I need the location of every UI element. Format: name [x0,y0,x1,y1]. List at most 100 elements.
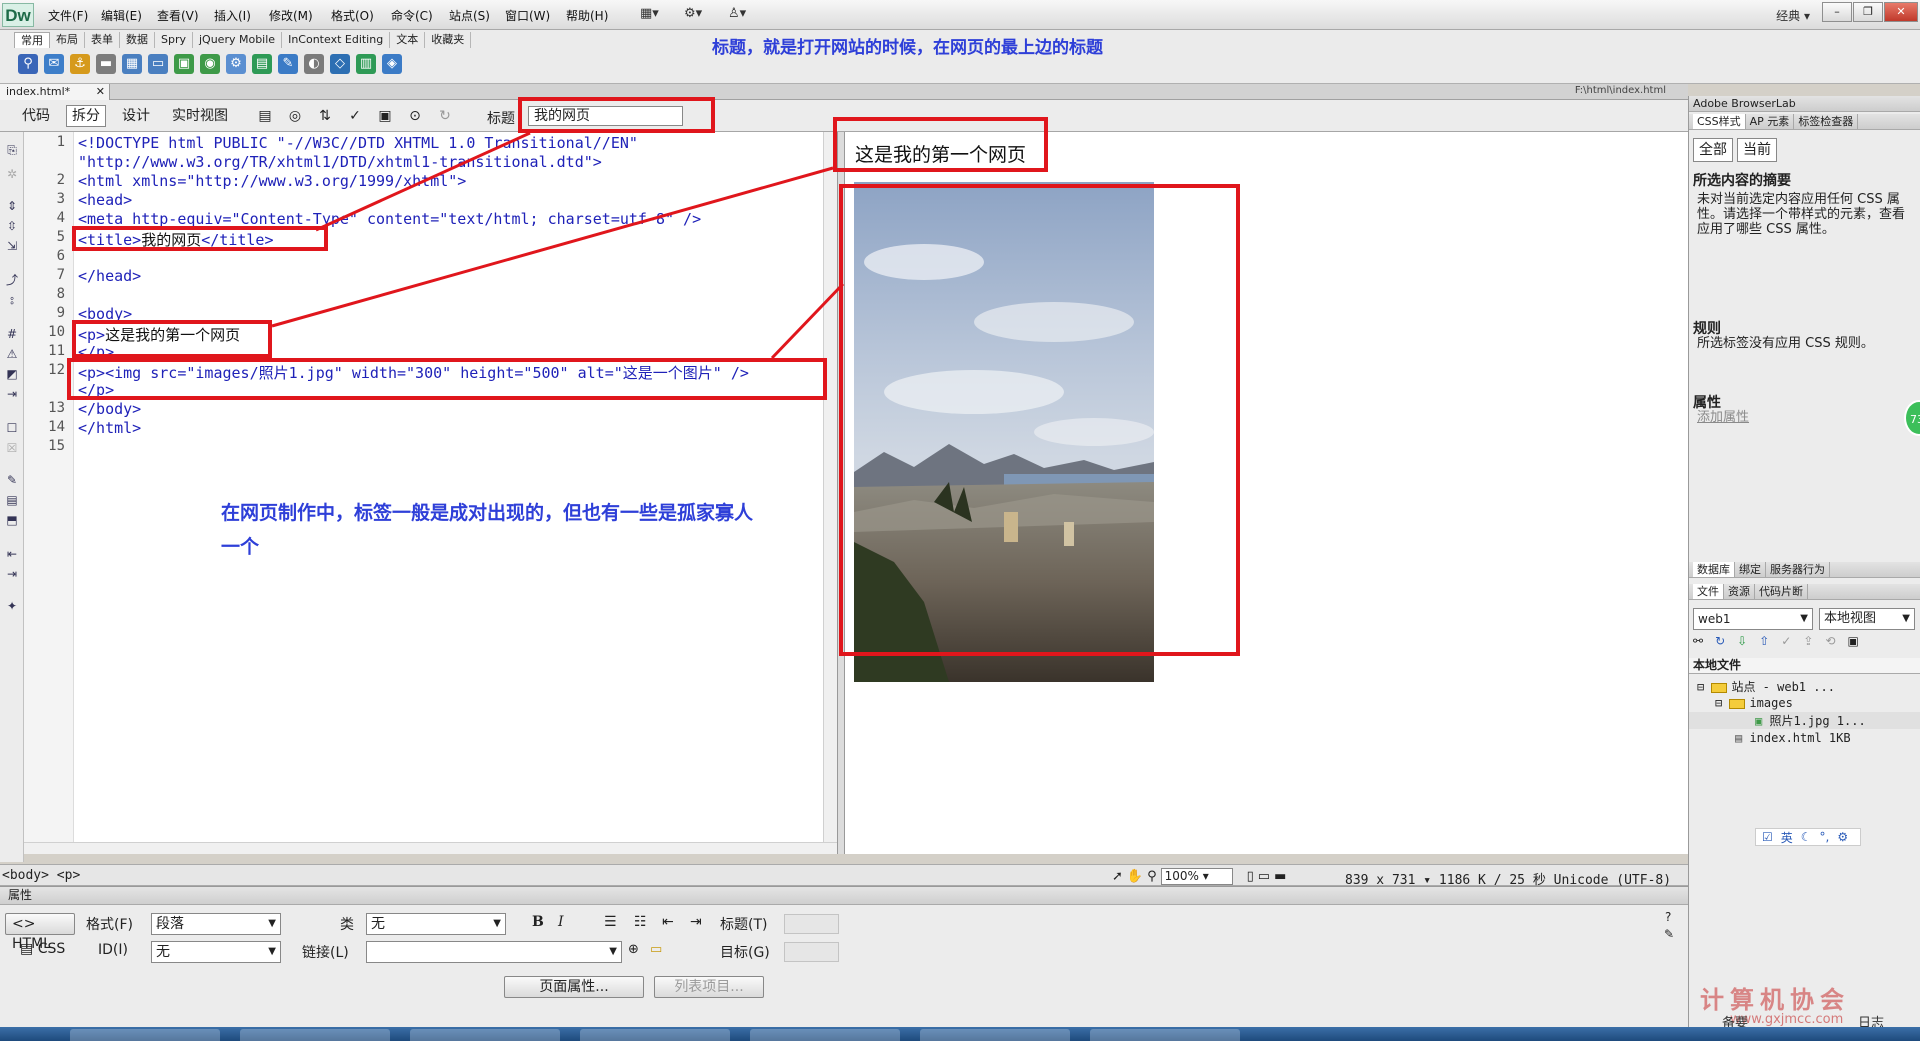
tree-site-root[interactable]: ⊟ 站点 - web1 ... [1697,678,1835,695]
taskbar-item[interactable] [920,1029,1070,1041]
syntax-coloring-icon[interactable]: ◩ [4,366,20,382]
minimize-button[interactable]: – [1822,2,1852,22]
close-tab-icon[interactable]: ✕ [96,84,105,99]
email-link-icon[interactable]: ✉ [44,54,64,74]
preview-browser-icon[interactable]: ◎ [286,107,304,125]
connect-icon[interactable]: ⚯ [1693,634,1703,650]
code-line[interactable]: </html> [78,419,141,437]
tab-database[interactable]: 数据库 [1693,562,1735,577]
inspect-icon[interactable]: ⊙ [406,107,424,125]
highlight-invalid-icon[interactable]: ⚠ [4,346,20,362]
check-in-icon[interactable]: ⇪ [1803,634,1813,650]
desktop-size-icon[interactable]: ▬ [1274,869,1286,884]
apply-comment-icon[interactable]: ☐ [4,420,20,436]
code-vertical-scrollbar[interactable] [823,132,837,842]
insert-tab-forms[interactable]: 表单 [85,32,120,48]
code-view-button[interactable]: 代码 [16,105,56,127]
comment-icon[interactable]: ✎ [278,54,298,74]
menu-file[interactable]: 文件(F) [48,7,88,24]
div-icon[interactable]: ▭ [148,54,168,74]
title-attr-input[interactable] [784,914,839,934]
insert-tab-layout[interactable]: 布局 [50,32,85,48]
collapse-tag-icon[interactable]: ⇕ [4,198,20,214]
head-icon[interactable]: ◐ [304,54,324,74]
line-numbers-icon[interactable]: # [4,326,20,342]
code-line[interactable]: <html xmlns="http://www.w3.org/1999/xhtm… [78,172,466,190]
taskbar-item[interactable] [240,1029,390,1041]
indent-icon[interactable]: ⇥ [690,914,702,930]
anchor-icon[interactable]: ⚓ [70,54,90,74]
layout-icon[interactable]: ▦▾ [640,6,659,21]
hand-tool-icon[interactable]: ✋ [1127,869,1143,884]
code-line[interactable]: </body> [78,400,141,418]
browse-folder-icon[interactable]: ▭ [650,942,662,957]
target-input[interactable] [784,942,839,962]
properties-header[interactable]: 属性 [0,887,1688,905]
menu-insert[interactable]: 插入(I) [214,7,251,24]
date-icon[interactable]: ⚙ [226,54,246,74]
menu-window[interactable]: 窗口(W) [505,7,550,24]
visual-aids-icon[interactable]: ▣ [376,107,394,125]
tab-tag-inspector[interactable]: 标签检查器 [1794,114,1859,129]
taskbar-item[interactable] [410,1029,560,1041]
format-select[interactable]: 段落 ▼ [151,913,281,935]
menu-help[interactable]: 帮助(H) [566,7,608,24]
split-view-button[interactable]: 拆分 [66,105,106,127]
tab-bindings[interactable]: 绑定 [1735,562,1766,577]
browserlab-header[interactable]: Adobe BrowserLab [1689,96,1920,112]
insert-tab-common[interactable]: 常用 [14,32,50,48]
check-out-icon[interactable]: ✓ [1781,634,1791,650]
refresh-icon[interactable]: ↻ [436,107,454,125]
table-icon[interactable]: ▦ [122,54,142,74]
ime-check-icon[interactable]: ☑ [1762,830,1773,844]
add-property-link[interactable]: 添加属性 [1697,410,1915,425]
ime-moon-icon[interactable]: ☾ [1801,830,1812,844]
tablet-size-icon[interactable]: ▭ [1258,869,1270,884]
template-icon[interactable]: ▥ [356,54,376,74]
insert-tab-jquery-mobile[interactable]: jQuery Mobile [193,32,283,48]
tree-index-file[interactable]: ▤ index.html 1KB [1735,731,1851,745]
insert-tab-incontext[interactable]: InContext Editing [282,32,391,48]
unordered-list-icon[interactable]: ☰ [604,914,617,930]
italic-button[interactable]: I [558,914,564,930]
document-tab[interactable]: index.html* ✕ [0,84,110,100]
tree-photo-file[interactable]: ▣ 照片1.jpg 1... [1689,712,1920,729]
image-icon[interactable]: ▣ [174,54,194,74]
indent-code-icon[interactable]: ⇤ [4,546,20,562]
pointer-tool-icon[interactable]: ➚ [1112,869,1123,884]
code-line[interactable]: </head> [78,267,141,285]
refresh-files-icon[interactable]: ↻ [1715,634,1725,650]
file-management-icon[interactable]: ⇅ [316,107,334,125]
move-css-icon[interactable]: ⬒ [4,512,20,528]
format-source-icon[interactable]: ✦ [4,598,20,614]
tab-css-styles[interactable]: CSS样式 [1693,114,1746,129]
expand-icon[interactable]: ▣ [1847,634,1858,650]
code-line[interactable]: <head> [78,191,132,209]
tab-assets[interactable]: 资源 [1724,584,1755,599]
ime-settings-icon[interactable]: ⚙ [1837,830,1848,844]
recent-snippets-icon[interactable]: ▤ [4,492,20,508]
quick-tag-editor-icon[interactable]: ✎ [1664,927,1674,941]
tab-ap-elements[interactable]: AP 元素 [1746,114,1795,129]
insert-tab-favorites[interactable]: 收藏夹 [425,32,472,48]
current-button[interactable]: 当前 [1737,138,1777,162]
workspace-switcher[interactable]: 经典 ▾ [1776,7,1810,24]
script-icon[interactable]: ◇ [330,54,350,74]
sync-icon[interactable]: ⟲ [1825,634,1835,650]
list-item-button[interactable]: 列表项目... [654,976,764,998]
taskbar-item[interactable] [750,1029,900,1041]
html-mode-button[interactable]: <> HTML [5,913,75,952]
collapse-selection-icon[interactable]: ⇳ [4,218,20,234]
multiscreen-icon[interactable]: ▤ [256,107,274,125]
tag-selector[interactable]: <body> <p> [2,868,80,883]
bold-button[interactable]: B [532,914,544,930]
code-line[interactable]: <!DOCTYPE html PUBLIC "-//W3C//DTD XHTML… [78,134,638,152]
code-line[interactable]: "http://www.w3.org/TR/xhtml1/DTD/xhtml1-… [78,153,602,171]
point-to-file-icon[interactable]: ⊕ [628,942,639,957]
tree-images-folder[interactable]: ⊟ images [1715,696,1793,710]
calendar-icon[interactable]: ▤ [252,54,272,74]
mobile-size-icon[interactable]: ▯ [1247,869,1254,884]
all-button[interactable]: 全部 [1693,138,1733,162]
taskbar-item[interactable] [70,1029,220,1041]
site-icon[interactable]: ♙▾ [728,6,746,21]
